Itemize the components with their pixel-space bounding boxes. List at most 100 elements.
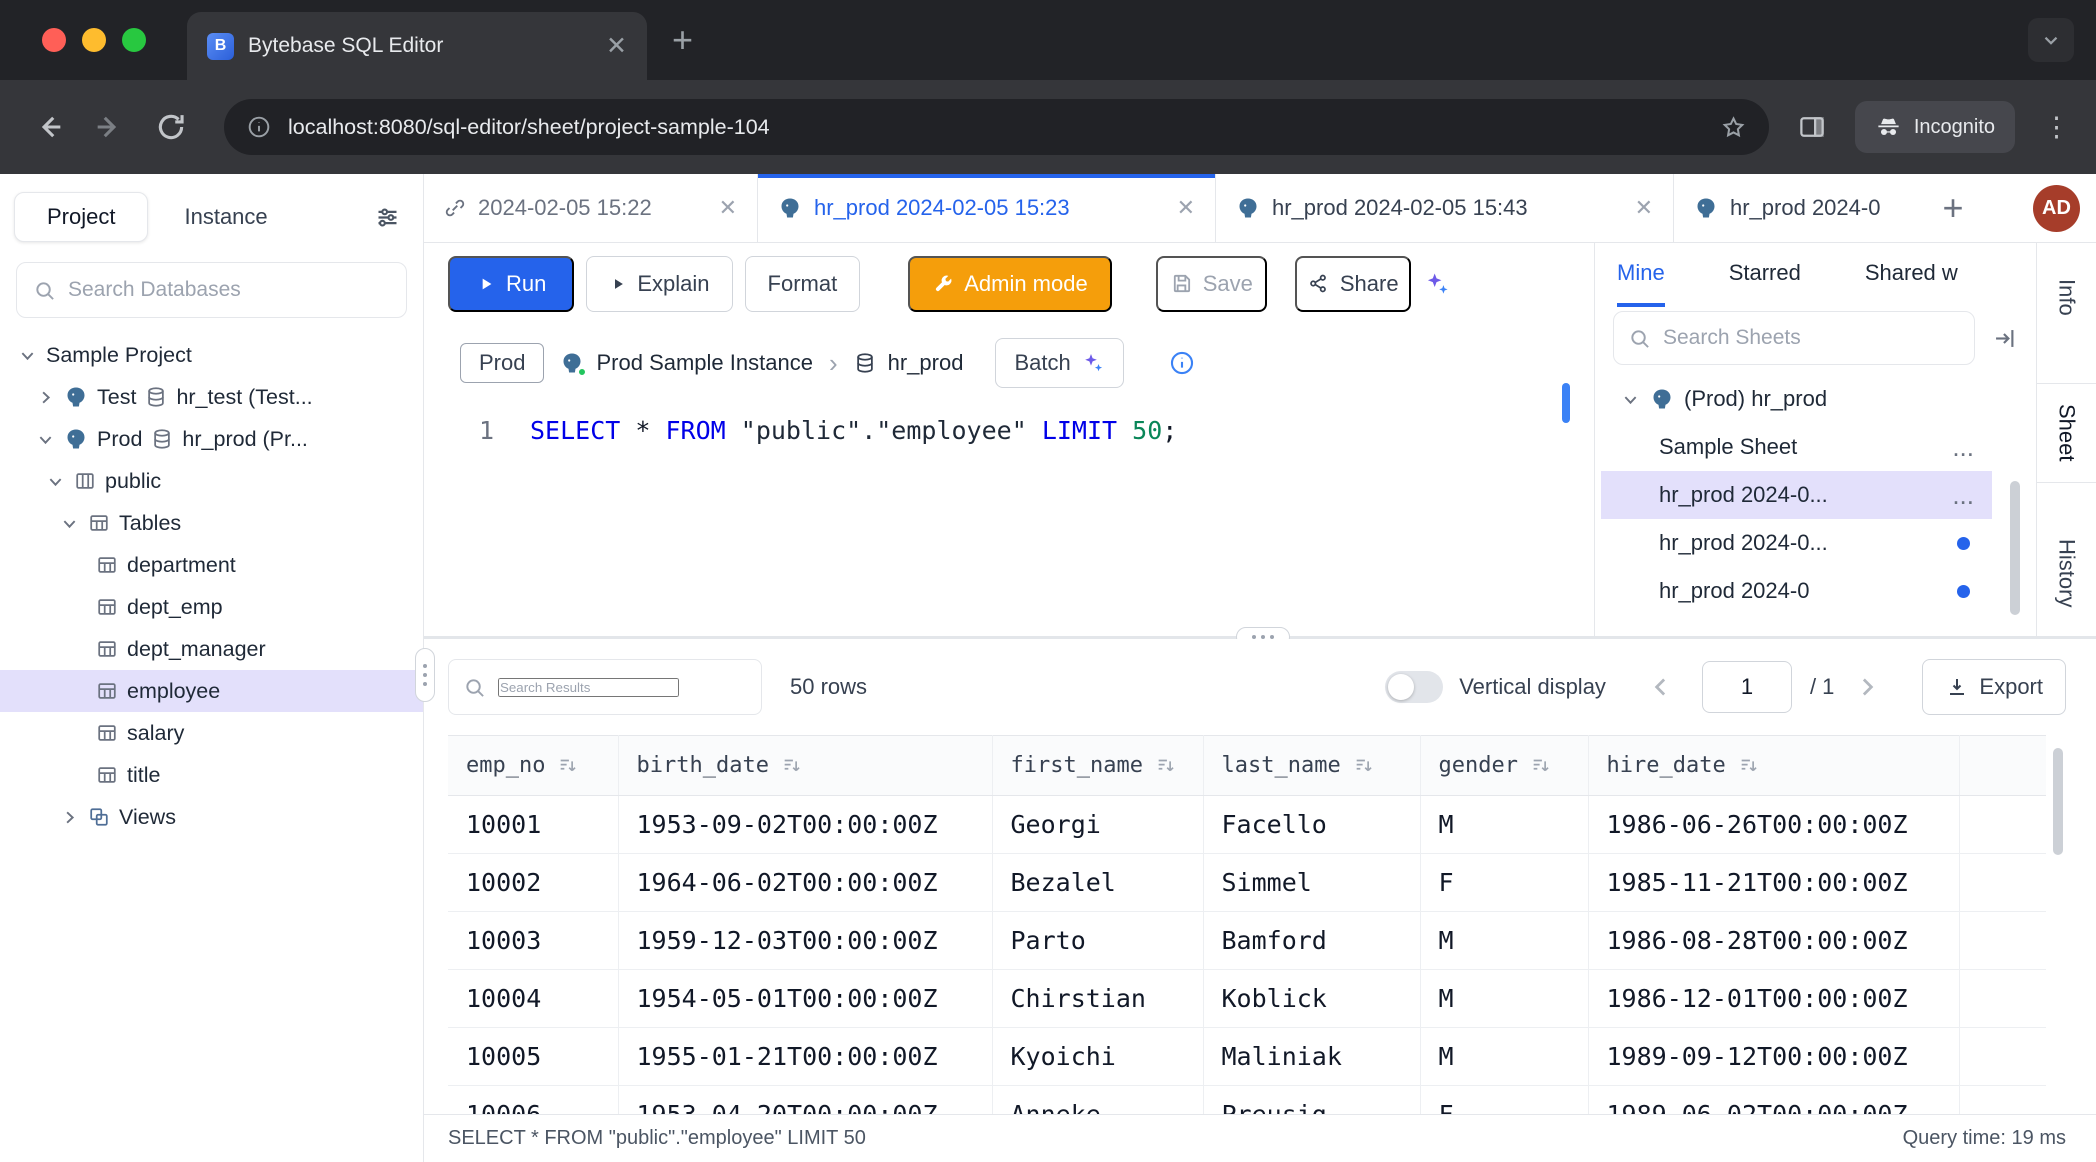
- col-gender[interactable]: gender: [1420, 736, 1588, 796]
- sheet-item-menu-icon[interactable]: ...: [1952, 490, 1974, 500]
- sort-icon[interactable]: [557, 755, 579, 777]
- sql-editor[interactable]: 1 SELECT * FROM "public"."employee" LIMI…: [424, 402, 1594, 445]
- tab-project[interactable]: Project: [14, 192, 148, 242]
- export-button[interactable]: Export: [1922, 659, 2066, 715]
- vtab-sheet[interactable]: Sheet: [2037, 383, 2096, 483]
- sheet-tab-1[interactable]: 2024-02-05 15:22 ✕: [424, 174, 758, 242]
- sheet-tab-2-active[interactable]: hr_prod 2024-02-05 15:23 ✕: [758, 174, 1216, 242]
- batch-button[interactable]: Batch: [995, 338, 1123, 388]
- sheet-search-input[interactable]: [1663, 326, 1960, 350]
- caret-down-icon[interactable]: [60, 514, 79, 533]
- info-icon[interactable]: [1168, 349, 1196, 377]
- tab-instance[interactable]: Instance: [184, 204, 267, 230]
- tab-close-icon[interactable]: ✕: [606, 34, 627, 59]
- browser-menu-icon[interactable]: ⋮: [2043, 114, 2070, 141]
- sheet-item-unsaved[interactable]: hr_prod 2024-0...: [1595, 519, 1992, 567]
- tree-project-root[interactable]: Sample Project: [0, 334, 423, 376]
- col-last-name[interactable]: last_name: [1203, 736, 1420, 796]
- tab-shared[interactable]: Shared w: [1865, 243, 1958, 307]
- results-scrollbar[interactable]: [2053, 748, 2063, 855]
- close-icon[interactable]: ✕: [719, 195, 737, 221]
- results-search[interactable]: [448, 659, 762, 715]
- sheet-item-partial[interactable]: hr_prod 2024-0: [1595, 567, 1992, 615]
- traffic-light-close[interactable]: [42, 28, 66, 52]
- tree-table-dept-emp[interactable]: dept_emp: [0, 586, 423, 628]
- sheet-tab-3[interactable]: hr_prod 2024-02-05 15:43 ✕: [1216, 174, 1674, 242]
- tree-env-test[interactable]: Test hr_test (Test...: [0, 376, 423, 418]
- save-button[interactable]: Save: [1156, 256, 1267, 312]
- caret-down-icon[interactable]: [1621, 390, 1640, 409]
- traffic-light-minimize[interactable]: [82, 28, 106, 52]
- vertical-display-toggle[interactable]: [1385, 671, 1443, 703]
- col-first-name[interactable]: first_name: [992, 736, 1203, 796]
- tree-table-title[interactable]: title: [0, 754, 423, 796]
- sort-icon[interactable]: [781, 755, 803, 777]
- traffic-light-zoom[interactable]: [122, 28, 146, 52]
- sheet-item-sample[interactable]: Sample Sheet ...: [1595, 423, 1992, 471]
- resize-handle-vertical[interactable]: [415, 648, 435, 702]
- run-button[interactable]: Run: [448, 256, 574, 312]
- sort-icon[interactable]: [1530, 755, 1552, 777]
- caret-down-icon[interactable]: [46, 472, 65, 491]
- new-sheet-button[interactable]: +: [1926, 174, 1980, 242]
- next-page-icon[interactable]: [1852, 672, 1882, 702]
- close-icon[interactable]: ✕: [1177, 195, 1195, 221]
- sort-icon[interactable]: [1353, 755, 1375, 777]
- filter-sliders-icon[interactable]: [374, 204, 401, 231]
- tree-env-prod[interactable]: Prod hr_prod (Pr...: [0, 418, 423, 460]
- back-icon[interactable]: [32, 110, 66, 144]
- col-birth-date[interactable]: birth_date: [618, 736, 992, 796]
- col-hire-date[interactable]: hire_date: [1588, 736, 1959, 796]
- caret-right-icon[interactable]: [60, 808, 79, 827]
- instance-item[interactable]: Prod Sample Instance: [560, 350, 812, 376]
- format-button[interactable]: Format: [745, 256, 861, 312]
- tree-table-employee[interactable]: employee: [0, 670, 423, 712]
- results-search-input[interactable]: [498, 678, 679, 697]
- database-search-input[interactable]: [68, 278, 390, 302]
- sort-icon[interactable]: [1155, 755, 1177, 777]
- collapse-panel-icon[interactable]: [1991, 325, 2018, 352]
- tree-table-department[interactable]: department: [0, 544, 423, 586]
- tree-tables-group[interactable]: Tables: [0, 502, 423, 544]
- sheet-panel-scrollbar[interactable]: [2010, 481, 2020, 615]
- close-icon[interactable]: ✕: [1635, 195, 1653, 221]
- col-emp-no[interactable]: emp_no: [448, 736, 618, 796]
- prev-page-icon[interactable]: [1646, 672, 1676, 702]
- side-panel-icon[interactable]: [1797, 112, 1827, 142]
- new-tab-button[interactable]: +: [672, 22, 693, 58]
- ai-sparkles-icon[interactable]: [1423, 270, 1451, 298]
- url-text[interactable]: localhost:8080/sql-editor/sheet/project-…: [288, 115, 1704, 140]
- tab-search-button[interactable]: [2028, 18, 2074, 62]
- sort-icon[interactable]: [1738, 755, 1760, 777]
- url-bar[interactable]: localhost:8080/sql-editor/sheet/project-…: [224, 99, 1769, 155]
- forward-icon[interactable]: [92, 110, 126, 144]
- caret-down-icon[interactable]: [18, 346, 37, 365]
- page-input[interactable]: [1702, 661, 1792, 713]
- database-item[interactable]: hr_prod: [854, 350, 964, 376]
- browser-tab[interactable]: B Bytebase SQL Editor ✕: [187, 12, 647, 80]
- explain-button[interactable]: Explain: [586, 256, 732, 312]
- tab-mine[interactable]: Mine: [1617, 243, 1665, 307]
- share-button[interactable]: Share: [1295, 256, 1411, 312]
- tab-starred[interactable]: Starred: [1729, 243, 1801, 307]
- tree-table-dept-manager[interactable]: dept_manager: [0, 628, 423, 670]
- caret-right-icon[interactable]: [36, 388, 55, 407]
- admin-mode-button[interactable]: Admin mode: [908, 256, 1112, 312]
- sheet-tab-4[interactable]: hr_prod 2024-0: [1674, 174, 1926, 242]
- sheet-item-menu-icon[interactable]: ...: [1952, 442, 1974, 452]
- sheet-search[interactable]: [1613, 311, 1975, 365]
- vtab-info[interactable]: Info: [2037, 261, 2096, 333]
- editor-scroll-indicator[interactable]: [1562, 383, 1570, 423]
- caret-down-icon[interactable]: [36, 430, 55, 449]
- sheet-item-selected[interactable]: hr_prod 2024-0... ...: [1601, 471, 1992, 519]
- reload-icon[interactable]: [154, 110, 188, 144]
- sheet-group-prod[interactable]: (Prod) hr_prod: [1595, 375, 2036, 423]
- tree-views-group[interactable]: Views: [0, 796, 423, 838]
- database-search[interactable]: [16, 262, 407, 318]
- bookmark-star-icon[interactable]: [1720, 114, 1747, 141]
- site-info-icon[interactable]: [246, 114, 272, 140]
- user-avatar[interactable]: AD: [2033, 185, 2080, 232]
- code-line[interactable]: SELECT * FROM "public"."employee" LIMIT …: [530, 416, 1177, 445]
- tree-schema-public[interactable]: public: [0, 460, 423, 502]
- vtab-history[interactable]: History: [2037, 505, 2096, 636]
